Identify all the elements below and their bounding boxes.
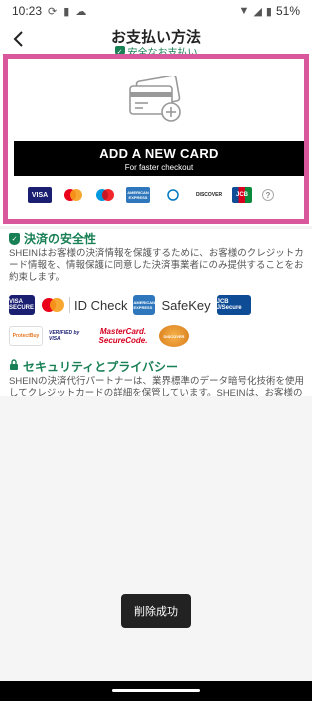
add-card-label: ADD A NEW CARD	[99, 146, 219, 161]
privacy-title: セキュリティとプライバシー	[9, 358, 178, 375]
sim-icon: ▮	[63, 5, 70, 18]
payment-security-heading: 決済の安全性	[24, 232, 97, 246]
privacy-heading: セキュリティとプライバシー	[23, 360, 179, 374]
wifi-icon: ▼	[238, 5, 250, 17]
add-card-highlight: ADD A NEW CARD For faster checkout VISA …	[3, 54, 309, 224]
mastercard-logo	[62, 187, 84, 203]
discover-logo: DISCOVER	[195, 192, 223, 198]
safekey-badge: SafeKey	[161, 297, 211, 313]
battery-icon: ▮	[265, 5, 272, 18]
amex-logo: AMERICAN EXPRESS	[126, 187, 150, 203]
id-check-badge: ID Check	[41, 297, 127, 313]
toast-message: 削除成功	[121, 594, 191, 628]
status-time: 10:23	[12, 4, 43, 18]
section-divider	[0, 226, 312, 229]
discover-protect-badge: DISCOVER	[159, 325, 189, 347]
protectbuy-badge: ProtectBuy	[9, 326, 43, 346]
home-handle[interactable]	[112, 689, 200, 692]
header: お支払い方法 ✓ 安全なお支払い	[0, 22, 312, 59]
signal-icon: ◢	[253, 5, 262, 18]
payment-security-text: SHEINはお客様の決済情報を保護するために、お客様のクレジットカード情報を、情…	[9, 248, 304, 283]
mastercard-icon	[42, 298, 64, 312]
cloud-icon: ☁	[75, 5, 87, 18]
help-icon[interactable]: ?	[262, 189, 274, 201]
credit-card-add-icon	[129, 76, 181, 122]
jcb-secure-badge: JCB J/Secure	[216, 295, 251, 315]
maestro-logo	[94, 187, 116, 203]
shield-check-icon: ✓	[9, 232, 20, 245]
sync-icon: ⟳	[48, 5, 58, 18]
id-check-text: ID Check	[74, 297, 128, 313]
visa-secure-badge: VISA SECURE	[9, 295, 35, 315]
payment-security-title: ✓ 決済の安全性	[9, 230, 96, 247]
visa-logo: VISA	[28, 187, 52, 203]
security-badges-row-1: VISA SECURE ID Check AMERICAN EXPRESS Sa…	[9, 295, 309, 315]
battery-percent: 51%	[275, 4, 300, 18]
background-area	[0, 396, 312, 681]
diners-club-logo	[160, 187, 186, 203]
mastercard-securecode-badge: MasterCard. SecureCode.	[98, 327, 148, 345]
security-badges-row-2: ProtectBuy VERIFIED by VISA MasterCard. …	[9, 325, 309, 347]
add-card-sublabel: For faster checkout	[124, 163, 194, 172]
jcb-logo: JCB	[232, 187, 252, 203]
status-bar: 10:23 ⟳ ▮ ☁ ▼ ◢ ▮ 51%	[0, 0, 312, 22]
system-nav-bar	[0, 681, 312, 701]
add-new-card-button[interactable]: ADD A NEW CARD For faster checkout	[14, 141, 304, 176]
lock-icon	[9, 359, 19, 374]
add-card-area[interactable]: ADD A NEW CARD For faster checkout VISA …	[8, 59, 304, 219]
amex-badge: AMERICAN EXPRESS	[133, 295, 156, 315]
verified-by-visa-badge: VERIFIED by VISA	[49, 330, 80, 342]
card-logos-row: VISA AMERICAN EXPRESS DISCOVER JCB ?	[28, 186, 288, 204]
